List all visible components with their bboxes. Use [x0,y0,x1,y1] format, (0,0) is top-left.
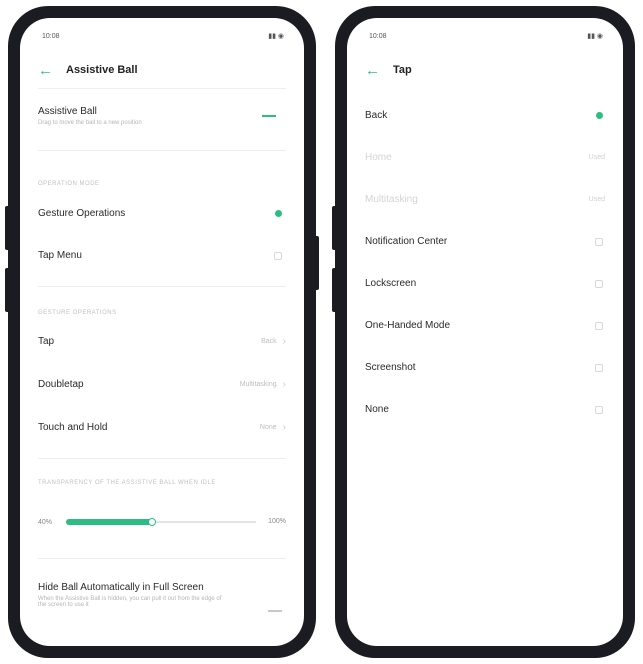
gesture-value: Back [261,338,277,345]
divider [38,150,286,151]
selected-radio-icon[interactable] [275,210,282,217]
section-operation-mode: OPERATION MODE [38,181,100,187]
tap-option-notification-center[interactable]: Notification Center [365,236,605,247]
screen-tap: 10:08 ▮▮ ◉ ← Tap Back Home Used Multitas… [347,18,623,646]
selected-radio-icon[interactable] [596,112,603,119]
slider-fill [66,519,152,525]
gesture-label: Tap [38,336,55,347]
page-title: Tap [393,64,412,76]
unselected-checkbox-icon[interactable] [595,321,603,330]
gesture-label: Doubletap [38,379,84,390]
screen-assistive-ball: 10:08 ▮▮ ◉ ← Assistive Ball Assistive Ba… [20,18,304,646]
gesture-value: Multitasking [239,381,277,388]
phone-frame-right: 10:08 ▮▮ ◉ ← Tap Back Home Used Multitas… [332,6,635,658]
tap-option-multitasking: Multitasking Used [365,194,605,205]
status-bar: 10:08 ▮▮ ◉ [42,30,284,42]
option-tap-menu[interactable]: Tap Menu [38,250,286,261]
status-bar: 10:08 ▮▮ ◉ [369,30,603,42]
assistive-ball-subtitle: Drag to move the ball to a new position [38,120,142,126]
page-header: ← Tap [365,60,605,80]
header-divider [38,88,286,89]
assistive-ball-row[interactable]: Assistive Ball Drag to move the ball to … [38,106,286,126]
volume-button [5,206,10,250]
divider [38,558,286,559]
tap-menu-label: Tap Menu [38,250,82,261]
used-label: Used [588,196,605,203]
gesture-row-touch-and-hold[interactable]: Touch and Hold None › [38,422,286,433]
chevron-right-icon: › [282,336,286,347]
tap-option-none[interactable]: None [365,404,605,415]
tap-option-lockscreen[interactable]: Lockscreen [365,278,605,289]
status-time: 10:08 [42,32,60,40]
section-transparency: TRANSPARENCY OF THE ASSISTIVE BALL WHEN … [38,480,216,486]
back-arrow-icon[interactable]: ← [365,62,393,79]
hide-ball-subtitle: When the Assistive Ball is hidden, you c… [38,596,222,608]
tap-option-label: Home [365,152,392,163]
volume-button [332,268,337,312]
tap-option-label: None [365,404,389,415]
slider-thumb[interactable] [148,518,156,526]
tap-option-home: Home Used [365,152,605,163]
status-time: 10:08 [369,32,387,40]
divider [38,286,286,287]
tap-option-label: Back [365,110,388,121]
volume-button [332,206,337,250]
hide-ball-switch[interactable] [268,610,282,612]
tap-option-label: Lockscreen [365,278,417,289]
chevron-right-icon: › [282,379,286,390]
gesture-operations-label: Gesture Operations [38,208,126,219]
tap-option-label: Screenshot [365,362,416,373]
gesture-value: None [259,424,277,431]
unselected-checkbox-icon[interactable] [595,363,603,372]
hide-ball-row[interactable]: Hide Ball Automatically in Full Screen W… [38,582,286,612]
assistive-ball-label: Assistive Ball [38,106,97,117]
slider-min-label: 40% [38,518,53,526]
transparency-slider[interactable] [66,518,256,526]
hide-ball-label: Hide Ball Automatically in Full Screen [38,582,204,593]
page-header: ← Assistive Ball [38,60,286,80]
tap-option-label: Notification Center [365,236,448,247]
tap-option-label: Multitasking [365,194,418,205]
gesture-row-tap[interactable]: Tap Back › [38,336,286,347]
slider-max-label: 100% [268,518,286,525]
unselected-checkbox-icon[interactable] [595,405,603,414]
tap-option-one-handed-mode[interactable]: One-Handed Mode [365,320,605,331]
page-title: Assistive Ball [66,64,138,76]
chevron-right-icon: › [282,422,286,433]
back-arrow-icon[interactable]: ← [38,62,66,79]
phone-frame-left: 10:08 ▮▮ ◉ ← Assistive Ball Assistive Ba… [5,6,319,658]
option-gesture-operations[interactable]: Gesture Operations [38,208,286,219]
gesture-label: Touch and Hold [38,422,108,433]
tap-option-label: One-Handed Mode [365,320,451,331]
tap-option-back[interactable]: Back [365,110,605,121]
used-label: Used [588,154,605,161]
status-icons: ▮▮ ◉ [587,33,603,40]
section-gesture-operations: GESTURE OPERATIONS [38,310,117,316]
unselected-checkbox-icon[interactable] [595,279,603,288]
status-icons: ▮▮ ◉ [268,33,284,40]
unselected-checkbox-icon[interactable] [595,237,603,246]
divider [38,458,286,459]
power-button [314,236,319,290]
tap-option-screenshot[interactable]: Screenshot [365,362,605,373]
assistive-ball-switch[interactable] [262,115,276,117]
gesture-row-doubletap[interactable]: Doubletap Multitasking › [38,379,286,390]
unselected-checkbox-icon[interactable] [274,251,282,260]
volume-button [5,268,10,312]
